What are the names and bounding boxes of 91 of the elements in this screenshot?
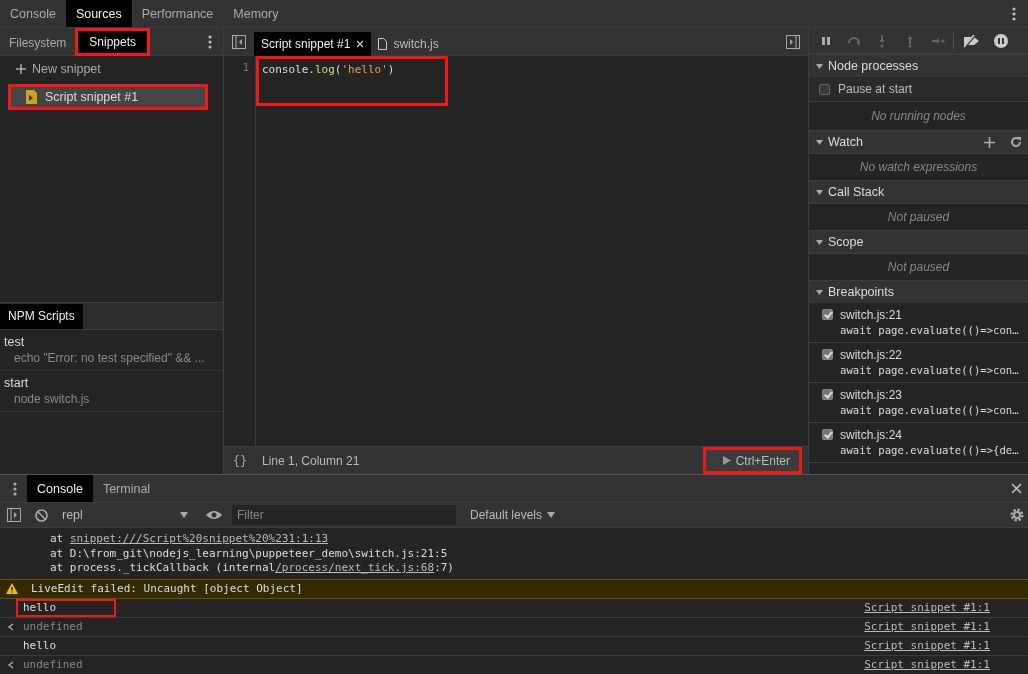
navigator-tab[interactable]: Snippets: [75, 27, 151, 56]
checkbox[interactable]: [819, 83, 830, 95]
breakpoint-location[interactable]: switch.js:21: [840, 308, 1019, 323]
section-header[interactable]: Call Stack: [809, 180, 1028, 203]
section-title: Watch: [828, 135, 863, 149]
plus-icon[interactable]: [984, 136, 995, 148]
checkbox[interactable]: [822, 429, 833, 440]
breakpoint-location[interactable]: switch.js:22: [840, 348, 1019, 363]
section-title: Node processes: [828, 59, 919, 73]
play-icon[interactable]: [722, 456, 731, 465]
source-link[interactable]: Script snippet #1:1: [864, 639, 990, 652]
script-name[interactable]: test: [4, 335, 223, 350]
checkbox[interactable]: [822, 309, 833, 320]
more-icon[interactable]: [208, 34, 212, 49]
caret-icon[interactable]: [180, 512, 188, 518]
stack-trace-line: at D:\from_git\nodejs_learning\puppeteer_demo\switch.js:21:5: [50, 546, 448, 561]
plus-icon[interactable]: [16, 64, 26, 74]
new-snippet-button[interactable]: New snippet: [0, 56, 223, 82]
panel-tab[interactable]: Console: [0, 0, 66, 27]
warning-message: LiveEdit failed: Uncaught [object Object]: [30, 580, 304, 597]
source-link[interactable]: Script snippet #1:1: [864, 601, 990, 614]
drawer-tab[interactable]: Terminal: [92, 475, 161, 502]
cursor-position: Line 1, Column 21: [262, 453, 360, 468]
script-command: node switch.js: [13, 391, 91, 407]
source-link[interactable]: snippet:///Script%20snippet%20%231:1:13: [69, 532, 329, 545]
panel-tab[interactable]: Performance: [131, 0, 224, 27]
more-icon[interactable]: [1012, 6, 1016, 21]
panel-tab[interactable]: Sources: [65, 0, 132, 27]
editor-tab[interactable]: Script snippet #1: [254, 31, 372, 56]
script-name[interactable]: start: [4, 376, 223, 391]
section-title: Scope: [828, 235, 864, 249]
more-icon[interactable]: [13, 481, 17, 496]
drawer-tab[interactable]: Console: [27, 475, 93, 502]
settings-icon[interactable]: [1010, 508, 1024, 522]
section-title: Breakpoints: [828, 285, 894, 299]
levels-dropdown[interactable]: Default levels: [470, 508, 556, 522]
close-icon[interactable]: [1011, 483, 1022, 494]
triangle-down-icon[interactable]: [816, 238, 823, 246]
triangle-down-icon[interactable]: [816, 62, 823, 70]
breakpoint-location[interactable]: switch.js:23: [840, 388, 1019, 403]
stack-trace-line: at process._tickCallback (internal/process/next_tick.js:68:7): [50, 561, 454, 576]
breakpoint-code: await page.evaluate(()=>con…: [840, 403, 1019, 418]
checkbox[interactable]: [822, 349, 833, 360]
sidebar-toggle-icon[interactable]: [786, 34, 800, 49]
filter-field[interactable]: Filter: [232, 505, 456, 525]
navigator-tab[interactable]: Filesystem: [0, 31, 76, 54]
pause-circle-icon[interactable]: [994, 33, 1008, 48]
breakpoint-code: await page.evaluate(()=>{de…: [840, 443, 1019, 458]
log-message: hello: [22, 637, 58, 654]
line-number: 1: [241, 60, 249, 76]
triangle-down-icon[interactable]: [816, 188, 823, 196]
section-title: Call Stack: [828, 185, 885, 199]
log-message: hello: [16, 598, 117, 617]
checkbox-label: Pause at start: [838, 82, 913, 96]
section-header[interactable]: Breakpoints: [809, 280, 1028, 303]
editor-tab[interactable]: switch.js: [371, 31, 446, 56]
checkbox[interactable]: [822, 389, 833, 400]
run-button[interactable]: Ctrl+Enter: [702, 447, 802, 474]
section-header[interactable]: Node processes: [809, 54, 1028, 77]
sidebar-toggle-icon[interactable]: [7, 508, 21, 522]
snippet-file-icon[interactable]: [26, 90, 37, 104]
breakpoint-location[interactable]: switch.js:24: [840, 428, 1019, 443]
refresh-icon[interactable]: [1010, 136, 1022, 148]
close-icon[interactable]: [356, 39, 365, 48]
pretty-print-button[interactable]: {}: [224, 453, 256, 468]
eye-icon[interactable]: [206, 510, 222, 520]
code-editor[interactable]: console.log('hello'): [256, 56, 448, 106]
context-dropdown[interactable]: repl: [62, 508, 192, 522]
npm-scripts-tab[interactable]: NPM Scripts: [0, 303, 83, 329]
section-header[interactable]: Scope: [809, 230, 1028, 253]
file-icon[interactable]: [378, 37, 388, 50]
result-value: undefined: [22, 656, 84, 673]
sidebar-toggle-icon[interactable]: [232, 34, 246, 49]
breakpoint-off-icon[interactable]: [962, 33, 980, 48]
source-link[interactable]: Script snippet #1:1: [864, 658, 990, 671]
code-line: console.log('hello'): [262, 62, 396, 78]
breakpoint-code: await page.evaluate(()=>con…: [840, 363, 1019, 378]
clear-icon[interactable]: [35, 508, 48, 522]
caret-icon[interactable]: [547, 512, 556, 518]
warning-icon[interactable]: [6, 583, 18, 594]
panel-tab[interactable]: Memory: [223, 0, 289, 27]
source-link[interactable]: /process/next_tick.js:68: [275, 561, 435, 574]
triangle-down-icon[interactable]: [816, 288, 823, 296]
section-header[interactable]: Watch: [809, 130, 1028, 153]
source-link[interactable]: Script snippet #1:1: [864, 620, 990, 633]
stack-trace-line: at snippet:///Script%20snippet%20%231:1:13: [50, 532, 329, 547]
script-command: echo "Error: no test specified" && ...: [13, 350, 206, 366]
breakpoint-code: await page.evaluate(()=>con…: [840, 323, 1019, 338]
triangle-down-icon[interactable]: [816, 138, 823, 146]
snippet-item[interactable]: Script snippet #1: [8, 84, 208, 110]
result-value: undefined: [22, 618, 84, 635]
